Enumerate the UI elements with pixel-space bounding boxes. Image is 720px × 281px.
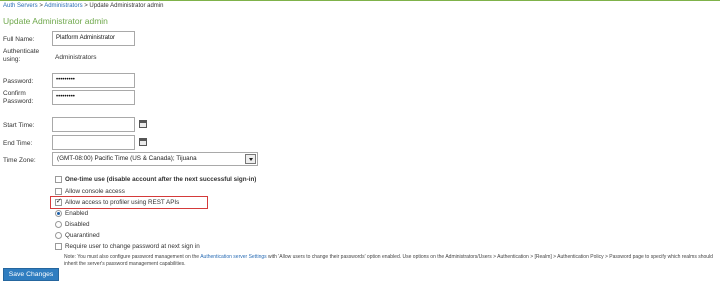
breadcrumb-separator: > [84,3,88,9]
full-name-label: Full Name: [3,36,35,43]
require-password-change-checkbox[interactable] [55,242,62,250]
status-enabled-option[interactable]: Enabled [55,208,88,218]
allow-console-label: Allow console access [65,187,125,195]
save-changes-button[interactable]: Save Changes [3,268,59,281]
full-name-value: Platform Administrator [56,35,116,41]
breadcrumb-auth-servers[interactable]: Auth Servers [3,3,38,9]
password-management-note: Note: You must also configure password m… [64,254,714,268]
page-title: Update Administrator admin [3,16,108,26]
require-password-change-option[interactable]: Require user to change password at next … [55,241,200,251]
calendar-icon[interactable] [139,138,147,146]
password-input[interactable]: ••••••••• [52,73,135,88]
time-zone-value: (GMT-08:00) Pacific Time (US & Canada); … [57,155,197,162]
allow-profiler-option[interactable]: Allow access to profiler using REST APIs [55,197,179,207]
time-zone-select[interactable]: (GMT-08:00) Pacific Time (US & Canada); … [52,152,258,166]
start-time-label: Start Time: [3,122,35,129]
allow-console-checkbox[interactable] [55,187,62,195]
status-enabled-label: Enabled [65,209,89,217]
password-label: Password: [3,78,34,85]
start-time-input[interactable] [52,117,135,132]
chevron-down-icon[interactable] [245,154,256,164]
status-quarantined-label: Quarantined [65,231,100,239]
require-password-change-label: Require user to change password at next … [65,242,200,250]
end-time-label: End Time: [3,140,33,147]
status-disabled-label: Disabled [65,220,90,228]
calendar-icon[interactable] [139,120,147,128]
authenticate-using-label: Authenticate using: [3,48,40,63]
authenticate-using-value: Administrators [55,54,97,61]
status-disabled-option[interactable]: Disabled [55,219,90,229]
breadcrumb: Auth Servers > Administrators > Update A… [3,3,163,9]
confirm-password-value: ••••••••• [56,94,75,100]
full-name-input[interactable]: Platform Administrator [52,31,135,46]
auth-server-settings-link[interactable]: Authentication server Settings [200,254,266,260]
status-quarantined-radio[interactable] [55,231,62,239]
allow-profiler-checkbox[interactable] [55,197,62,206]
status-enabled-radio[interactable] [55,209,62,217]
top-divider [0,0,720,1]
breadcrumb-current: Update Administrator admin [89,3,164,9]
confirm-password-label: Confirm Password: [3,90,34,105]
status-disabled-radio[interactable] [55,220,62,228]
end-time-input[interactable] [52,135,135,150]
status-quarantined-option[interactable]: Quarantined [55,230,100,240]
password-value: ••••••••• [56,77,75,83]
time-zone-label: Time Zone: [3,157,36,164]
confirm-password-input[interactable]: ••••••••• [52,90,135,105]
one-time-use-label: One-time use (disable account after the … [65,175,257,183]
allow-console-option[interactable]: Allow console access [55,186,125,196]
breadcrumb-separator: > [39,3,43,9]
one-time-use-option[interactable]: One-time use (disable account after the … [55,174,256,184]
allow-profiler-label: Allow access to profiler using REST APIs [65,198,180,206]
note-prefix: Note: You must also configure password m… [64,254,201,260]
one-time-use-checkbox[interactable] [55,175,62,183]
breadcrumb-administrators[interactable]: Administrators [44,3,82,9]
